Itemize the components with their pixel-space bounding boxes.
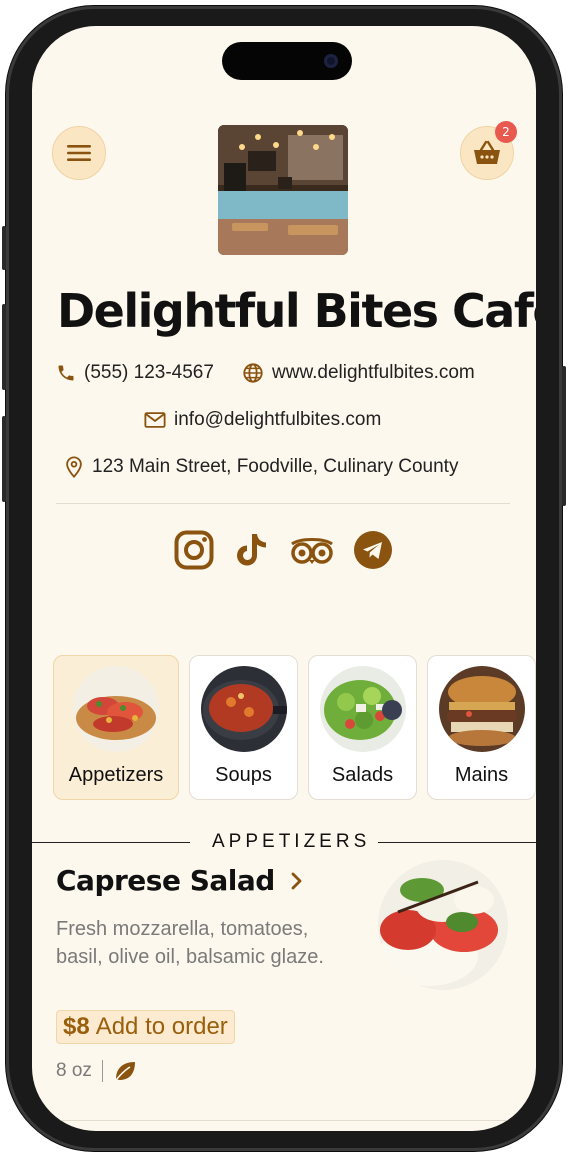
basket-icon <box>474 140 500 164</box>
category-label: Mains <box>454 764 509 786</box>
mains-image <box>438 666 525 752</box>
hamburger-menu-icon <box>67 145 91 161</box>
website-link[interactable]: www.delightfulbites.com <box>272 362 475 384</box>
menu-item-meta: 8 oz <box>56 1060 137 1082</box>
app-screen: 2 Delightful Bites Cafe (555) 123-4567 w… <box>32 26 536 1131</box>
item-divider <box>56 1120 510 1121</box>
appetizers-image <box>73 666 159 752</box>
cafe-name: Delightful Bites Cafe <box>57 284 536 338</box>
menu-item-weight: 8 oz <box>56 1060 92 1081</box>
address-row[interactable]: 123 Main Street, Foodville, Culinary Cou… <box>64 456 458 478</box>
section-divider-right <box>378 842 536 843</box>
email-link[interactable]: info@delightfulbites.com <box>174 409 381 431</box>
category-appetizers[interactable]: Appetizers <box>53 655 179 800</box>
tiktok-icon[interactable] <box>235 532 269 568</box>
section-divider-left <box>32 842 190 843</box>
contact-divider <box>56 503 510 504</box>
cart-button[interactable]: 2 <box>460 121 517 180</box>
category-label: Appetizers <box>68 764 164 786</box>
instagram-icon[interactable] <box>174 530 214 570</box>
leaf-icon <box>115 1062 135 1081</box>
meta-separator <box>101 1060 103 1082</box>
telegram-icon[interactable] <box>354 531 392 569</box>
category-label: Soups <box>215 764 272 786</box>
add-to-order-button[interactable]: $8 Add to order <box>56 1010 235 1044</box>
category-label: Salads <box>331 764 394 786</box>
tripadvisor-icon[interactable] <box>290 536 334 566</box>
menu-item-header[interactable]: Caprese Salad <box>56 864 303 897</box>
menu-item-image <box>378 860 508 990</box>
email-row[interactable]: info@delightfulbites.com <box>144 409 381 431</box>
dynamic-island <box>222 42 352 80</box>
cafe-interior-photo <box>218 125 348 255</box>
chevron-right-icon <box>291 872 302 889</box>
menu-button[interactable] <box>52 126 106 180</box>
cart-count-badge: 2 <box>495 121 517 143</box>
phone-number: (555) 123-4567 <box>84 362 214 383</box>
globe-icon <box>243 363 263 383</box>
menu-item-description: Fresh mozzarella, tomatoes, basil, olive… <box>56 918 324 968</box>
category-soups[interactable]: Soups <box>189 655 298 800</box>
phone-icon <box>58 365 74 381</box>
location-pin-icon <box>66 456 82 478</box>
menu-item-name[interactable]: Caprese Salad <box>56 864 275 897</box>
menu-item-price: $8 <box>63 1013 90 1040</box>
phone-row[interactable]: (555) 123-4567 <box>56 362 214 384</box>
category-salads[interactable]: Salads <box>308 655 417 800</box>
category-mains[interactable]: Mains <box>427 655 536 800</box>
mail-icon <box>144 412 166 428</box>
website-row[interactable]: www.delightfulbites.com <box>242 362 475 384</box>
section-title: APPETIZERS <box>212 831 371 852</box>
salads-image <box>319 666 406 752</box>
soups-image <box>200 666 287 752</box>
add-to-order-label: Add to order <box>95 1013 228 1040</box>
address-text: 123 Main Street, Foodville, Culinary Cou… <box>92 456 459 477</box>
